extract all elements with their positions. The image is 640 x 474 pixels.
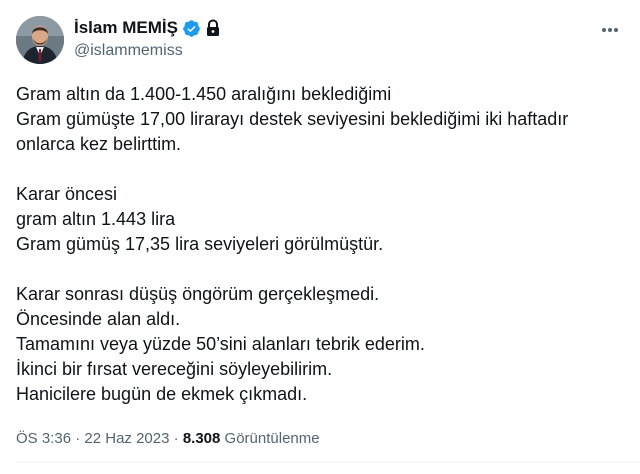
views-label: Görüntülenme bbox=[224, 430, 320, 447]
author-names: İslam MEMİŞ @islammemiss bbox=[74, 17, 221, 60]
tweet-header: İslam MEMİŞ @islammemiss bbox=[16, 12, 626, 68]
tweet-time[interactable]: ÖS 3:36 bbox=[16, 430, 71, 447]
avatar-image bbox=[16, 16, 64, 64]
author-handle[interactable]: @islammemiss bbox=[74, 42, 221, 60]
avatar[interactable] bbox=[16, 16, 64, 64]
verified-badge-icon[interactable] bbox=[182, 19, 201, 38]
tweet-text-line: Karar sonrası düşüş öngörüm gerçekleşmed… bbox=[16, 284, 380, 304]
tweet-meta: ÖS 3:36 · 22 Haz 2023 · 8.308 Görüntülen… bbox=[16, 430, 320, 447]
tweet-text-line: Gram gümüşte 17,00 lirarayı destek seviy… bbox=[16, 109, 569, 129]
lock-icon bbox=[205, 19, 221, 37]
more-horizontal-icon[interactable] bbox=[598, 20, 622, 40]
meta-separator: · bbox=[173, 430, 179, 447]
tweet-text: Gram altın da 1.400-1.450 aralığını bekl… bbox=[16, 82, 624, 407]
tweet-text-line: Gram altın da 1.400-1.450 aralığını bekl… bbox=[16, 84, 392, 104]
name-row: İslam MEMİŞ bbox=[74, 17, 221, 39]
divider bbox=[16, 462, 640, 463]
tweet-text-line: Öncesinde alan aldı. bbox=[16, 309, 181, 329]
views-count: 8.308 bbox=[182, 430, 221, 447]
tweet-date[interactable]: 22 Haz 2023 bbox=[84, 430, 169, 447]
tweet-text-line: İkinci bir fırsat vereceğini söyleyebili… bbox=[16, 359, 333, 379]
author-display-name[interactable]: İslam MEMİŞ bbox=[74, 18, 178, 38]
tweet-text-line: gram altın 1.443 lira bbox=[16, 209, 176, 229]
meta-separator: · bbox=[75, 430, 81, 447]
tweet-text-line: Tamamını veya yüzde 50’sini alanları teb… bbox=[16, 334, 425, 354]
tweet-text-line: Hanicilere bugün de ekmek çıkmadı. bbox=[16, 384, 308, 404]
tweet-text-line: Karar öncesi bbox=[16, 184, 118, 204]
tweet-text-line: Gram gümüş 17,35 lira seviyeleri görülmü… bbox=[16, 234, 384, 254]
tweet-text-line: onlarca kez belirttim. bbox=[16, 134, 182, 154]
